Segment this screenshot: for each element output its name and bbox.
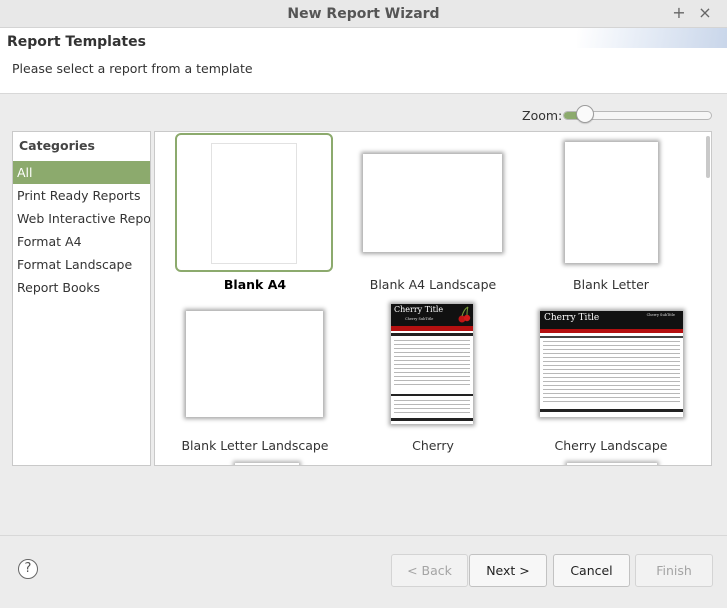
window-title-bar: New Report Wizard + ×: [0, 0, 727, 28]
preview-row: [394, 364, 470, 365]
next-button[interactable]: Next >: [469, 554, 547, 587]
category-item-report-books[interactable]: Report Books: [13, 276, 150, 299]
window-title: New Report Wizard: [287, 6, 440, 22]
template-thumbnail: Cherry Title Cherry SubTitle: [391, 304, 473, 424]
template-tile-blank-a4-landscape[interactable]: Blank A4 Landscape: [353, 133, 513, 293]
page-description: Please select a report from a template: [12, 61, 253, 76]
template-tile-blank-letter-landscape[interactable]: Blank Letter Landscape: [175, 295, 335, 455]
cherry-title-preview: Cherry Title: [394, 305, 444, 314]
back-button[interactable]: < Back: [391, 554, 468, 587]
cherry-red-bar: [391, 326, 473, 331]
template-tile-blank-letter[interactable]: Blank Letter: [531, 133, 691, 293]
finish-button[interactable]: Finish: [635, 554, 713, 587]
zoom-label: Zoom:: [522, 108, 563, 123]
category-item-format-a4[interactable]: Format A4: [13, 230, 150, 253]
preview-row: [394, 376, 470, 377]
cherry-table-head: [391, 333, 473, 336]
template-label: Cherry: [412, 438, 454, 453]
cherry-footer-bar: [540, 409, 683, 412]
template-label: Blank A4 Landscape: [369, 277, 497, 292]
preview-row: [543, 373, 680, 374]
cancel-button[interactable]: Cancel: [553, 554, 630, 587]
preview-row: [394, 360, 470, 361]
template-label: Cherry Landscape: [554, 438, 668, 453]
cherry-subtitle-preview: Cherry SubTitle: [405, 317, 434, 321]
category-item-format-landscape[interactable]: Format Landscape: [13, 253, 150, 276]
preview-row: [543, 357, 680, 358]
template-thumbnail: Cherry Title Cherry SubTitle: [540, 311, 683, 417]
preview-row: [543, 401, 680, 402]
preview-row: [394, 404, 470, 405]
preview-row: [394, 344, 470, 345]
cherry-icon: [458, 306, 471, 323]
preview-row: [543, 397, 680, 398]
template-thumbnail-partial[interactable]: [567, 463, 657, 465]
preview-row: [394, 412, 470, 413]
categories-list: Categories All Print Ready Reports Web I…: [12, 131, 151, 466]
preview-row: [543, 341, 680, 342]
preview-row: [543, 365, 680, 366]
template-thumbnail: [363, 154, 502, 252]
preview-row: [394, 340, 470, 341]
preview-row: [543, 353, 680, 354]
template-tile-cherry-landscape[interactable]: Cherry Title Cherry SubTitle Cherry Land…: [531, 295, 691, 455]
cherry-header-preview: Cherry Title Cherry SubTitle: [391, 304, 473, 326]
preview-row: [394, 348, 470, 349]
preview-row: [394, 356, 470, 357]
cherry-header-preview: Cherry Title Cherry SubTitle: [540, 311, 683, 329]
template-thumbnail-partial[interactable]: [235, 463, 299, 465]
category-item-print-ready[interactable]: Print Ready Reports: [13, 184, 150, 207]
close-icon[interactable]: ×: [696, 4, 714, 22]
cherry-footer-bar: [391, 418, 473, 421]
template-thumbnail: [211, 143, 297, 264]
templates-gallery: Blank A4 Blank A4 Landscape Blank Letter…: [154, 131, 712, 466]
preview-row: [394, 400, 470, 401]
preview-row: [543, 361, 680, 362]
preview-row: [394, 408, 470, 409]
template-thumbnail: [186, 311, 323, 417]
preview-row: [543, 345, 680, 346]
template-tile-cherry[interactable]: Cherry Title Cherry SubTitle Cherry: [353, 295, 513, 455]
template-label: Blank A4: [223, 277, 287, 292]
page-title: Report Templates: [7, 34, 146, 50]
template-thumbnail: [565, 142, 658, 263]
category-item-web-interactive[interactable]: Web Interactive Reports: [13, 207, 150, 230]
maximize-icon[interactable]: +: [670, 4, 688, 22]
cherry-table-head: [540, 336, 683, 338]
template-label: Blank Letter Landscape: [181, 438, 329, 453]
preview-row: [543, 349, 680, 350]
preview-row: [394, 380, 470, 381]
preview-row: [394, 384, 470, 385]
header-banner-graphic: [577, 28, 727, 48]
wizard-header: Report Templates Please select a report …: [0, 28, 727, 94]
cherry-red-bar: [540, 329, 683, 333]
footer-separator: [0, 535, 727, 536]
template-tile-blank-a4[interactable]: Blank A4: [175, 133, 335, 293]
preview-row: [394, 352, 470, 353]
cherry-subtitle-preview: Cherry SubTitle: [646, 313, 675, 317]
zoom-slider-handle[interactable]: [576, 105, 595, 123]
preview-row: [543, 381, 680, 382]
help-icon[interactable]: ?: [18, 559, 38, 579]
preview-row: [543, 369, 680, 370]
preview-row: [394, 372, 470, 373]
categories-heading: Categories: [19, 138, 95, 153]
category-item-all[interactable]: All: [13, 161, 150, 184]
cherry-title-preview: Cherry Title: [544, 313, 600, 323]
template-label: Blank Letter: [573, 277, 649, 292]
preview-row: [543, 393, 680, 394]
preview-row: [543, 377, 680, 378]
cherry-table-head: [391, 394, 473, 396]
preview-row: [543, 389, 680, 390]
preview-row: [543, 385, 680, 386]
gallery-scrollbar[interactable]: [706, 136, 710, 178]
preview-row: [394, 368, 470, 369]
